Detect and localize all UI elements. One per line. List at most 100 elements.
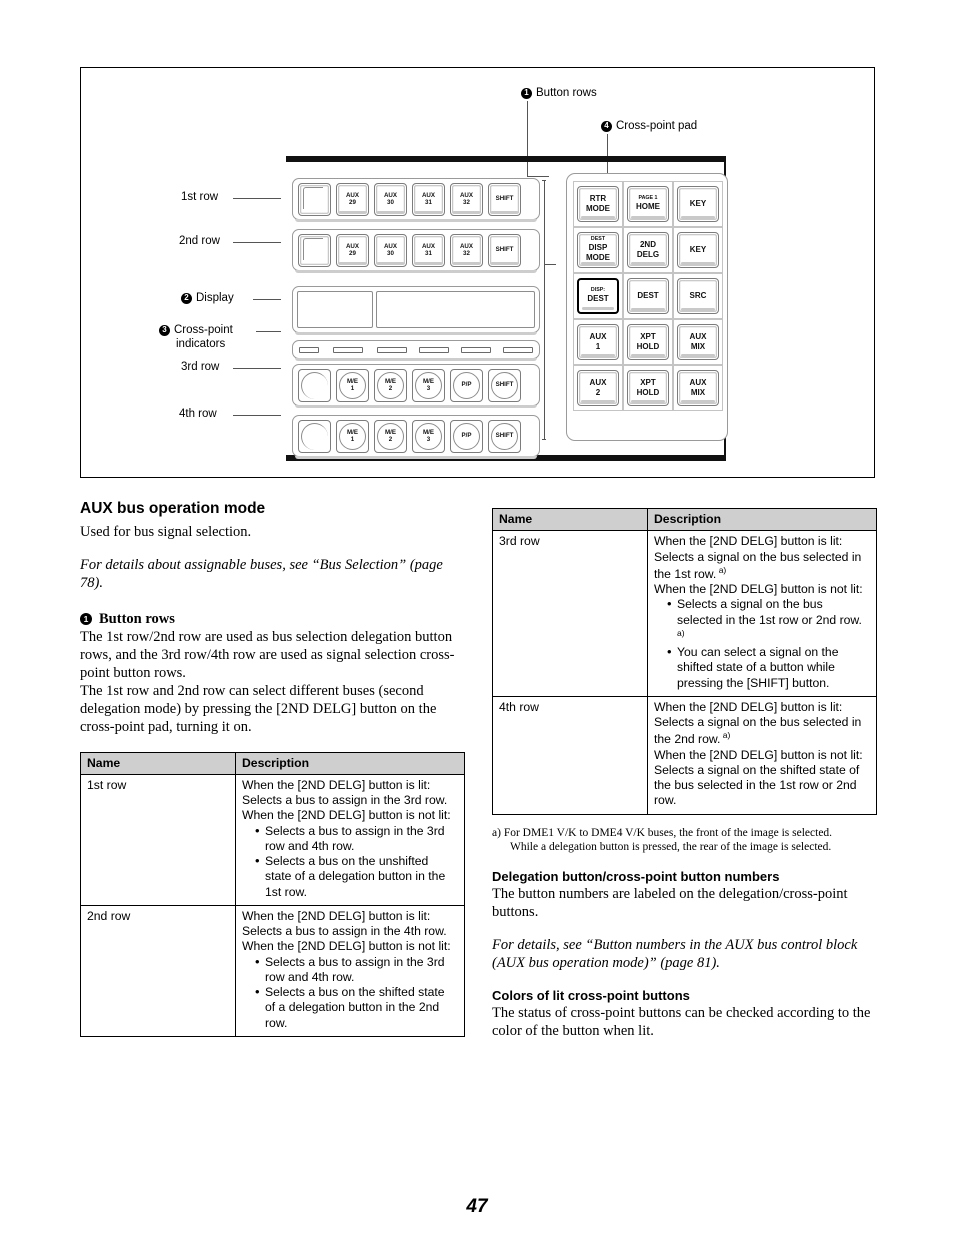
- xpt-button-key[interactable]: KEY: [677, 232, 719, 268]
- button-shadow: [491, 261, 518, 264]
- xpt-button-aux-mix[interactable]: AUX MIX: [677, 370, 719, 406]
- xpt-button-aux-mix[interactable]: AUX MIX: [677, 324, 719, 360]
- table-header-row: Name Description: [492, 507, 877, 532]
- row4-button-me-3[interactable]: M/E 3: [412, 419, 445, 453]
- callout-number-1: 1: [521, 87, 532, 99]
- xpt-button-label-line2: 1: [595, 342, 601, 351]
- round-button-face: SHIFT: [491, 422, 518, 450]
- xpt-button-dest[interactable]: DEST: [627, 278, 669, 314]
- row1-button-aux-30[interactable]: AUX 30: [374, 182, 407, 216]
- row4-button-pp[interactable]: P/P: [450, 419, 483, 453]
- display-segment-left: [297, 291, 373, 328]
- row2-button-aux-31[interactable]: AUX 31: [412, 233, 445, 267]
- row3-button-pp[interactable]: P/P: [450, 368, 483, 402]
- bus-selection-reference: For details about assignable buses, see …: [80, 556, 443, 591]
- button-label-line1: M/E: [346, 428, 358, 436]
- row1-button-aux-31[interactable]: AUX 31: [412, 182, 445, 216]
- xpt-button-xpt-hold[interactable]: XPT HOLD: [627, 324, 669, 360]
- row2-button-shift[interactable]: SHIFT: [488, 233, 521, 267]
- row4-button-shift[interactable]: SHIFT: [488, 419, 521, 453]
- button-row-3[interactable]: M/E 1 M/E 2 M/E 3 P/P SHIFT: [292, 364, 540, 408]
- row2-button-aux-32[interactable]: AUX 32: [450, 233, 483, 267]
- description-bullet-item: Selects a bus on the unshifted state of …: [255, 853, 458, 900]
- row3-button-shift[interactable]: SHIFT: [488, 368, 521, 402]
- button-rows-heading: 1 Button rows: [80, 611, 465, 628]
- xpt-button-label-line1: 2ND: [639, 240, 656, 250]
- xpt-button-label-line2: HOLD: [636, 342, 660, 351]
- label-3rd-row: 3rd row: [181, 361, 220, 373]
- description-line: Selects a signal on the bus selected in …: [654, 549, 862, 581]
- round-button-face: P/P: [453, 371, 480, 399]
- crosspoint-indicator-6: [502, 346, 534, 353]
- button-label-line1: SHIFT: [495, 195, 514, 203]
- xpt-button-shadow: [681, 262, 715, 265]
- xpt-button-2nd-delg[interactable]: 2ND DELG: [627, 232, 669, 268]
- row3-button-me-2[interactable]: M/E 2: [374, 368, 407, 402]
- row2-button-aux-29[interactable]: AUX 29: [336, 233, 369, 267]
- table-header-row: Name Description: [80, 751, 465, 775]
- button-row-1[interactable]: AUX 29 AUX 30 AUX 31 AUX 32 SHIFT: [292, 178, 540, 222]
- button-label-line2: 31: [425, 199, 432, 206]
- column-header-description: Description: [235, 751, 465, 775]
- heading-number-1: 1: [80, 613, 92, 626]
- button-rows-bracket-stem: [544, 264, 556, 266]
- button-row-2[interactable]: AUX 29 AUX 30 AUX 31 AUX 32 SHIFT: [292, 229, 540, 273]
- button-row-4[interactable]: M/E 1 M/E 2 M/E 3 P/P SHIFT: [292, 415, 540, 459]
- xpt-button-src[interactable]: SRC: [677, 278, 719, 314]
- button-label-line1: AUX: [459, 242, 474, 250]
- footnote-line-2: While a delegation button is pressed, th…: [510, 840, 832, 853]
- description-line: When the [2ND DELG] button is lit:: [242, 777, 431, 792]
- xpt-button-label-line1: AUX: [589, 332, 607, 342]
- delegation-numbers-paragraph: The button numbers are labeled on the de…: [492, 885, 848, 920]
- leader-1st-row: [233, 198, 281, 200]
- button-label-line1: SHIFT: [495, 381, 514, 389]
- description-bullet-item: Selects a signal on the bus selected in …: [667, 596, 870, 645]
- cell-row-description: When the [2ND DELG] button is lit: Select…: [647, 530, 877, 697]
- row4-button-me-2[interactable]: M/E 2: [374, 419, 407, 453]
- round-button-face: M/E 1: [339, 371, 366, 399]
- xpt-button-dest-disp-mode[interactable]: DEST DISP MODE: [577, 232, 619, 268]
- button-label-line1: SHIFT: [495, 432, 514, 440]
- row4-button-me-1[interactable]: M/E 1: [336, 419, 369, 453]
- callout-crosspoint-pad-label: Cross-point pad: [616, 120, 698, 132]
- cell-row-description: When the [2ND DELG] button is lit: Select…: [235, 904, 465, 1037]
- crosspoint-pad-cell: AUX 2: [573, 365, 623, 411]
- button-rows-heading-text: Button rows: [99, 610, 175, 627]
- button-rows-table-right: Name Description 3rd row When the [2ND DELG…: [492, 507, 877, 815]
- row1-button-shift[interactable]: SHIFT: [488, 182, 521, 216]
- description-line: When the [2ND DELG] button is not lit:: [242, 939, 451, 954]
- row2-blank-button[interactable]: [298, 233, 331, 267]
- xpt-button-shadow: [631, 308, 665, 311]
- xpt-button-aux-2[interactable]: AUX 2: [577, 370, 619, 406]
- row3-button-me-1[interactable]: M/E 1: [336, 368, 369, 402]
- crosspoint-pad-cell: KEY: [673, 227, 723, 273]
- crosspoint-pad-cell: AUX 1: [573, 319, 623, 365]
- button-label-line1: M/E: [422, 428, 434, 436]
- xpt-button-shadow: [581, 354, 615, 357]
- button-shadow: [377, 261, 404, 264]
- xpt-button-shadow: [631, 216, 665, 219]
- xpt-button-rtr-mode[interactable]: RTR MODE: [577, 186, 619, 222]
- callout-crosspoint-indicators: 3 Cross-point: [159, 324, 233, 336]
- xpt-button-disp--dest[interactable]: DISP: DEST: [577, 278, 619, 314]
- row1-button-aux-29[interactable]: AUX 29: [336, 182, 369, 216]
- crosspoint-pad[interactable]: RTR MODE PAGE 1 HOME KEY DEST DISP MODE 2ND DELG K…: [566, 173, 728, 441]
- display-segment-right: [375, 291, 535, 328]
- button-rows-bracket: [544, 180, 546, 440]
- row4-blank-button[interactable]: [298, 419, 331, 453]
- xpt-button-aux-1[interactable]: AUX 1: [577, 324, 619, 360]
- crosspoint-indicator-5: [460, 346, 491, 353]
- crosspoint-pad-cell: DEST: [623, 273, 673, 319]
- row1-blank-button[interactable]: [298, 182, 331, 216]
- xpt-button-xpt-hold[interactable]: XPT HOLD: [627, 370, 669, 406]
- leader-3rd-row: [233, 368, 281, 370]
- xpt-button-key[interactable]: KEY: [677, 186, 719, 222]
- row1-button-aux-32[interactable]: AUX 32: [450, 182, 483, 216]
- xpt-button-page-1-home[interactable]: PAGE 1 HOME: [627, 186, 669, 222]
- row3-blank-button[interactable]: [298, 368, 331, 402]
- row2-button-aux-30[interactable]: AUX 30: [374, 233, 407, 267]
- row3-button-me-3[interactable]: M/E 3: [412, 368, 445, 402]
- table-row: 2nd row When the [2ND DELG] button is lit…: [80, 904, 465, 1037]
- section-title: AUX bus operation mode: [80, 500, 266, 517]
- label-1st-row: 1st row: [181, 191, 219, 203]
